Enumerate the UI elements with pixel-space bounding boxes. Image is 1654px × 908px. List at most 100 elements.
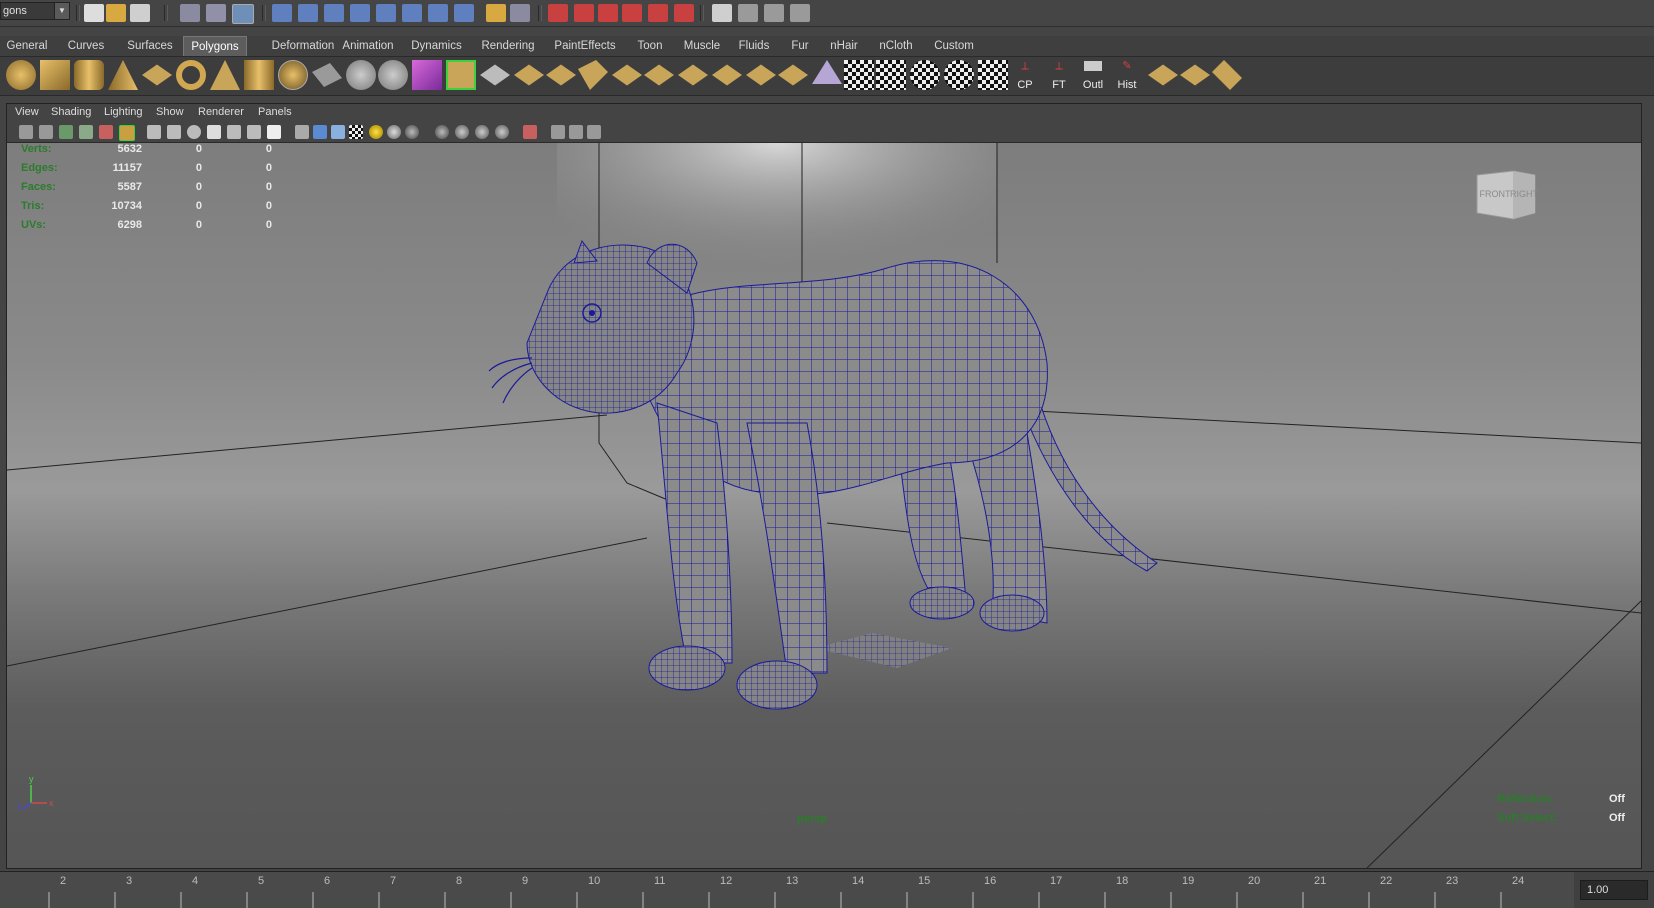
poly-sphere-icon[interactable] <box>6 60 36 90</box>
selection-mask-icon[interactable] <box>510 4 530 22</box>
ambient-occlusion-icon[interactable] <box>495 125 509 139</box>
tab-rendering[interactable]: Rendering <box>478 36 538 56</box>
menu-panels[interactable]: Panels <box>258 106 292 118</box>
tab-polygons[interactable]: Polygons <box>183 36 247 56</box>
tab-animation[interactable]: Animation <box>339 36 397 56</box>
high-quality-icon[interactable] <box>551 125 565 139</box>
menu-lighting[interactable]: Lighting <box>104 106 143 118</box>
select-edge-loop-icon[interactable] <box>1148 64 1178 86</box>
all-lights-icon[interactable] <box>387 125 401 139</box>
wireframe-on-shaded-icon[interactable] <box>331 125 345 139</box>
fill-hole-icon[interactable] <box>746 64 776 86</box>
bookmark-icon[interactable] <box>59 125 73 139</box>
tab-general[interactable]: General <box>4 36 50 56</box>
smooth-shade-icon[interactable] <box>313 125 327 139</box>
poly-pipe-icon[interactable] <box>244 60 274 90</box>
planar-mapping-icon[interactable] <box>844 60 874 90</box>
image-plane-icon[interactable] <box>79 125 93 139</box>
use-default-lighting-icon[interactable] <box>369 125 383 139</box>
merge-icon[interactable] <box>678 64 708 86</box>
poly-soccer-ball-icon[interactable] <box>278 60 308 90</box>
poly-plane-icon[interactable] <box>142 64 172 86</box>
poly-prism-icon[interactable] <box>210 60 240 90</box>
tab-custom[interactable]: Custom <box>930 36 978 56</box>
field-chart-icon[interactable] <box>227 125 241 139</box>
tab-dynamics[interactable]: Dynamics <box>409 36 464 56</box>
snap-to-curve-icon[interactable] <box>298 4 318 22</box>
insert-edge-loop-icon[interactable] <box>578 60 608 90</box>
view-cube-right[interactable]: RIGHT <box>1510 189 1539 199</box>
triangulate-icon[interactable] <box>778 64 808 86</box>
render-current-frame-icon[interactable] <box>548 4 568 22</box>
gate-mask-icon[interactable] <box>207 125 221 139</box>
extrude-icon[interactable] <box>446 60 476 90</box>
menu-show[interactable]: Show <box>156 106 184 118</box>
separate-icon[interactable] <box>346 60 376 90</box>
safe-title-icon[interactable] <box>267 125 281 139</box>
append-polygon-icon[interactable] <box>514 64 544 86</box>
offset-edge-loop-icon[interactable] <box>612 64 642 86</box>
menu-set-dropdown[interactable]: gons ▼ <box>0 2 70 20</box>
select-by-object-icon[interactable] <box>206 4 226 22</box>
poly-torus-icon[interactable] <box>176 60 206 90</box>
spherical-mapping-icon[interactable] <box>910 60 940 90</box>
uv-texture-editor-icon[interactable] <box>978 60 1008 90</box>
bridge-icon[interactable] <box>480 64 510 86</box>
poly-cube-icon[interactable] <box>40 60 70 90</box>
sculpt-icon[interactable] <box>812 60 842 84</box>
automatic-mapping-icon[interactable] <box>944 60 974 90</box>
combine-icon[interactable] <box>312 63 342 87</box>
menu-view[interactable]: View <box>15 106 39 118</box>
camera-attributes-icon[interactable] <box>39 125 53 139</box>
poly-cylinder-icon[interactable] <box>74 60 104 90</box>
select-edge-ring-icon[interactable] <box>1180 64 1210 86</box>
outliner-button[interactable]: Outl <box>1078 61 1108 91</box>
wireframe-icon[interactable] <box>295 125 309 139</box>
render-view-icon[interactable] <box>648 4 668 22</box>
xray-joints-icon[interactable] <box>455 125 469 139</box>
tab-muscle[interactable]: Muscle <box>682 36 722 56</box>
grid-toggle-icon[interactable] <box>147 125 161 139</box>
tab-toon[interactable]: Toon <box>630 36 670 56</box>
resolution-gate-icon[interactable] <box>187 125 201 139</box>
select-by-component-icon[interactable] <box>232 4 254 24</box>
chevron-down-icon[interactable]: ▼ <box>54 3 69 19</box>
hypershade-icon[interactable] <box>622 4 642 22</box>
view-cube-icon[interactable]: FRONT RIGHT <box>1473 167 1539 223</box>
new-scene-icon[interactable] <box>84 4 104 22</box>
perspective-viewport[interactable]: Verts: 5632 0 0 Edges: 11157 0 0 Faces: … <box>7 143 1641 868</box>
tab-curves[interactable]: Curves <box>64 36 108 56</box>
grid-uv-icon[interactable] <box>1212 60 1242 90</box>
grease-pencil-icon[interactable] <box>119 125 135 141</box>
select-by-hierarchy-icon[interactable] <box>180 4 200 22</box>
output-ops-icon[interactable] <box>428 4 448 22</box>
bevel-icon[interactable] <box>644 64 674 86</box>
snap-to-point-icon[interactable] <box>324 4 344 22</box>
make-live-icon[interactable] <box>376 4 396 22</box>
tab-surfaces[interactable]: Surfaces <box>122 36 178 56</box>
center-pivot-button[interactable]: ⟂ CP <box>1010 61 1040 92</box>
input-ops-icon[interactable] <box>402 4 422 22</box>
delete-history-button[interactable]: ✎ Hist <box>1112 61 1142 92</box>
tab-deformation[interactable]: Deformation <box>256 36 350 56</box>
open-scene-icon[interactable] <box>106 4 126 22</box>
time-ruler[interactable]: 2 3 4 5 6 7 8 9 10 11 12 13 14 15 16 17 … <box>0 872 1574 908</box>
tab-ncloth[interactable]: nCloth <box>874 36 918 56</box>
snap-to-view-plane-icon[interactable] <box>350 4 370 22</box>
clapper-icon[interactable] <box>712 4 732 22</box>
ipr-render-icon[interactable] <box>574 4 594 22</box>
split-polygon-icon[interactable] <box>546 64 576 86</box>
tab-fur[interactable]: Fur <box>784 36 816 56</box>
magnet-icon[interactable] <box>674 4 694 22</box>
resolution-icon[interactable] <box>569 125 583 139</box>
current-frame-field[interactable]: 1.00 <box>1580 880 1648 900</box>
poly-cone-icon[interactable] <box>108 60 138 90</box>
save-scene-icon[interactable] <box>130 4 150 22</box>
film-gate-icon[interactable] <box>167 125 181 139</box>
textured-icon[interactable] <box>349 125 363 139</box>
isolate-select-icon[interactable] <box>523 125 537 139</box>
share-icon[interactable] <box>587 125 601 139</box>
collapse-icon[interactable] <box>712 64 742 86</box>
playblast-icon[interactable] <box>738 4 758 22</box>
render-settings-icon[interactable] <box>598 4 618 22</box>
